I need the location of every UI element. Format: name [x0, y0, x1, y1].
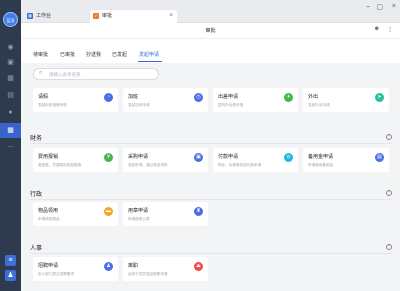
workbench-icon: ▦ [27, 13, 33, 19]
title-bar: ▦ 工作台 ✓ 审批 × – ▢ × [21, 0, 400, 23]
card-desc: 发起加班申请 [128, 103, 150, 107]
expand-icon[interactable]: ≡ [5, 255, 16, 266]
tab-initiated[interactable]: 已发起 [112, 51, 127, 58]
section-title: 财务 [30, 136, 43, 142]
subtab-bar: 待审批 已审批 抄送我 已发起 发起申请 [21, 39, 400, 63]
more-icon[interactable]: ⋯ [6, 144, 15, 152]
section-divider [30, 199, 392, 200]
card-title: 离职 [128, 263, 139, 269]
card-desc: 用人部门提交招聘需求 [38, 272, 74, 276]
search-placeholder: 请输入表单名称 [49, 72, 81, 77]
left-rail: 蓝凌 ◉ ▣ ▦ ▤ ● ▦ ⋯ ≡ ♟ [0, 0, 21, 291]
card-desc: 发起你的请假申请 [38, 103, 67, 107]
tab-new-request[interactable]: 发起申请 [139, 51, 159, 58]
card-title: 请假 [38, 94, 49, 100]
petty-cash-icon: ▤ [375, 153, 384, 162]
card-title: 付款申请 [218, 154, 239, 160]
section-divider [30, 143, 392, 144]
card-desc: 申请使用备用金 [308, 163, 334, 167]
minimize-icon[interactable]: – [366, 3, 370, 10]
form-card[interactable]: 离职 适用于成员发起离职申请 ⏏ [123, 257, 208, 281]
active-tab-indicator [138, 61, 162, 62]
form-card[interactable]: 外出 发起外出申请 ➤ [303, 88, 389, 112]
contacts-icon[interactable]: ● [6, 109, 15, 117]
tab-label: 工作台 [36, 13, 52, 19]
close-icon[interactable]: × [169, 10, 173, 23]
section-title: 行政 [30, 192, 43, 198]
card-title: 备用金申请 [308, 154, 334, 160]
stamp-icon: ♜ [194, 207, 203, 216]
overtime-icon: ◷ [194, 93, 203, 102]
form-card[interactable]: 加班 发起加班申请 ◷ [123, 88, 208, 112]
section-title: 人事 [30, 246, 43, 252]
card-title: 用章申请 [128, 208, 149, 214]
card-title: 费用报销 [38, 154, 59, 160]
card-desc: 差旅费、员建费用发起报销 [38, 163, 82, 167]
card-desc: 发起外出申请 [308, 103, 330, 107]
card-desc: 申请领用物品 [38, 217, 60, 221]
payment-icon: ⊙ [284, 153, 293, 162]
search-input[interactable]: ⌕ 请输入表单名称 [33, 68, 159, 80]
collapse-icon[interactable]: ⌃ [386, 190, 392, 196]
form-card[interactable]: 备用金申请 申请使用备用金 ▤ [303, 148, 389, 172]
tab-pending[interactable]: 待审批 [33, 51, 48, 58]
tab-approval[interactable]: ✓ 审批 × [90, 10, 177, 23]
card-title: 出差申请 [218, 94, 239, 100]
profile-icon[interactable]: ♟ [5, 270, 16, 281]
card-desc: 适用于成员发起离职申请 [128, 272, 168, 276]
form-card[interactable]: 付款申请 物业、水费等发起付款申请 ⊙ [213, 148, 298, 172]
expense-icon: ¥ [104, 153, 113, 162]
supplies-icon: ▬ [104, 207, 113, 216]
main-content: 待审批 已审批 抄送我 已发起 发起申请 ⌕ 请输入表单名称 请假 发起你的请假… [21, 39, 400, 291]
search-icon: ⌕ [39, 70, 43, 76]
form-card[interactable]: 用章申请 申请使用公章 ♜ [123, 202, 208, 226]
card-title: 加班 [128, 94, 139, 100]
card-desc: 物业、水费等发起付款申请 [218, 163, 262, 167]
video-icon[interactable]: ▣ [6, 59, 15, 67]
app-window: 蓝凌 ◉ ▣ ▦ ▤ ● ▦ ⋯ ≡ ♟ ▦ 工作台 ✓ 审批 × – ▢ × … [0, 0, 400, 291]
form-card[interactable]: 出差申请 国内外出差申请 ✈ [213, 88, 298, 112]
menu-icon[interactable]: ⋮ [387, 26, 393, 33]
card-title: 物品领用 [38, 208, 59, 214]
app-header: 审批 ☻ ⋮ [21, 23, 400, 39]
avatar[interactable]: 蓝凌 [3, 12, 18, 27]
tab-approved[interactable]: 已审批 [60, 51, 75, 58]
card-title: 采购申请 [128, 154, 149, 160]
purchase-icon: ▣ [194, 153, 203, 162]
robot-icon[interactable]: ☻ [374, 26, 380, 32]
form-card[interactable]: 招聘申请 用人部门提交招聘需求 ♟ [33, 257, 118, 281]
calendar-icon[interactable]: ▦ [6, 75, 15, 83]
card-desc: 国内外出差申请 [218, 103, 244, 107]
form-card[interactable]: 采购申请 发起申请，通过商品采购 ▣ [123, 148, 208, 172]
document-icon[interactable]: ▤ [6, 92, 15, 100]
window-close-icon[interactable]: × [392, 3, 396, 10]
form-card[interactable]: 物品领用 申请领用物品 ▬ [33, 202, 118, 226]
maximize-icon[interactable]: ▢ [376, 3, 383, 11]
workbench-icon: ▦ [7, 127, 14, 134]
form-card[interactable]: 费用报销 差旅费、员建费用发起报销 ¥ [33, 148, 118, 172]
collapse-icon[interactable]: ⌃ [386, 244, 392, 250]
rail-item-workbench[interactable]: ▦ [0, 123, 21, 138]
card-desc: 发起申请，通过商品采购 [128, 163, 168, 167]
trip-icon: ✈ [284, 93, 293, 102]
tab-cc-me[interactable]: 抄送我 [86, 51, 101, 58]
resign-icon: ⏏ [194, 262, 203, 271]
form-card[interactable]: 请假 发起你的请假申请 ◔ [33, 88, 118, 112]
outing-icon: ➤ [375, 93, 384, 102]
card-title: 外出 [308, 94, 319, 100]
chat-icon[interactable]: ◉ [6, 44, 15, 52]
approval-icon: ✓ [93, 13, 99, 19]
card-title: 招聘申请 [38, 263, 59, 269]
recruit-icon: ♟ [104, 262, 113, 271]
page-title: 审批 [205, 28, 216, 34]
tab-workbench[interactable]: ▦ 工作台 [24, 10, 88, 23]
section-divider [30, 253, 392, 254]
collapse-icon[interactable]: ⌃ [386, 134, 392, 140]
card-desc: 申请使用公章 [128, 217, 150, 221]
leave-icon: ◔ [104, 93, 113, 102]
tab-label: 审批 [102, 13, 113, 19]
